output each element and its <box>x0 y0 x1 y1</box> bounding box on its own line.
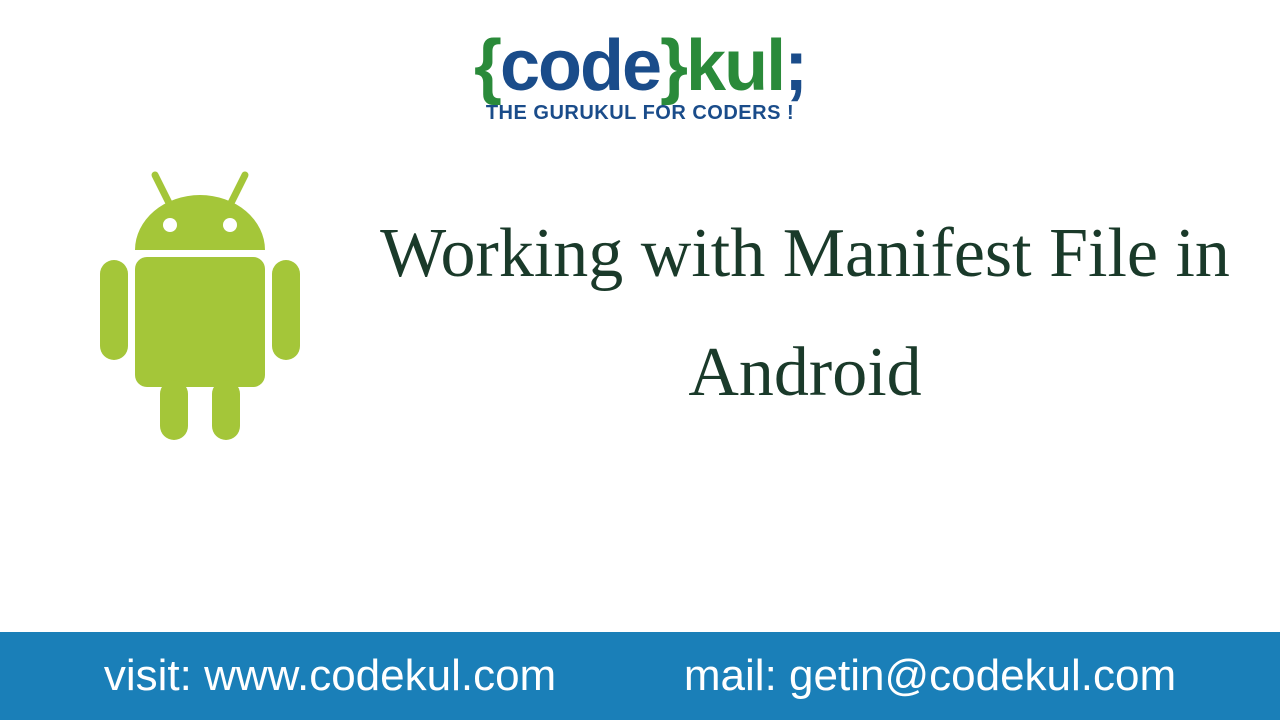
footer-mail: mail: getin@codekul.com <box>684 651 1176 701</box>
logo-word-code: code <box>500 26 660 106</box>
logo-brace-close: } <box>660 26 686 106</box>
visit-value: www.codekul.com <box>204 651 556 700</box>
mail-label: mail: <box>684 651 777 700</box>
page-title: Working with Manifest File in Android <box>380 194 1230 432</box>
footer-bar: visit: www.codekul.com mail: getin@codek… <box>0 632 1280 720</box>
logo-text: {code}kul; <box>0 25 1280 107</box>
logo-section: {code}kul; The Gurukul For Coders ! <box>0 0 1280 125</box>
android-icon <box>80 165 320 460</box>
footer-visit: visit: www.codekul.com <box>104 651 556 701</box>
tagline: The Gurukul For Coders ! <box>0 102 1280 125</box>
logo-brace-open: { <box>474 26 500 106</box>
mail-value: getin@codekul.com <box>789 651 1176 700</box>
main-content: Working with Manifest File in Android <box>0 125 1280 460</box>
logo-word-kul: kul <box>686 26 784 106</box>
logo-semicolon: ; <box>784 26 806 106</box>
visit-label: visit: <box>104 651 192 700</box>
